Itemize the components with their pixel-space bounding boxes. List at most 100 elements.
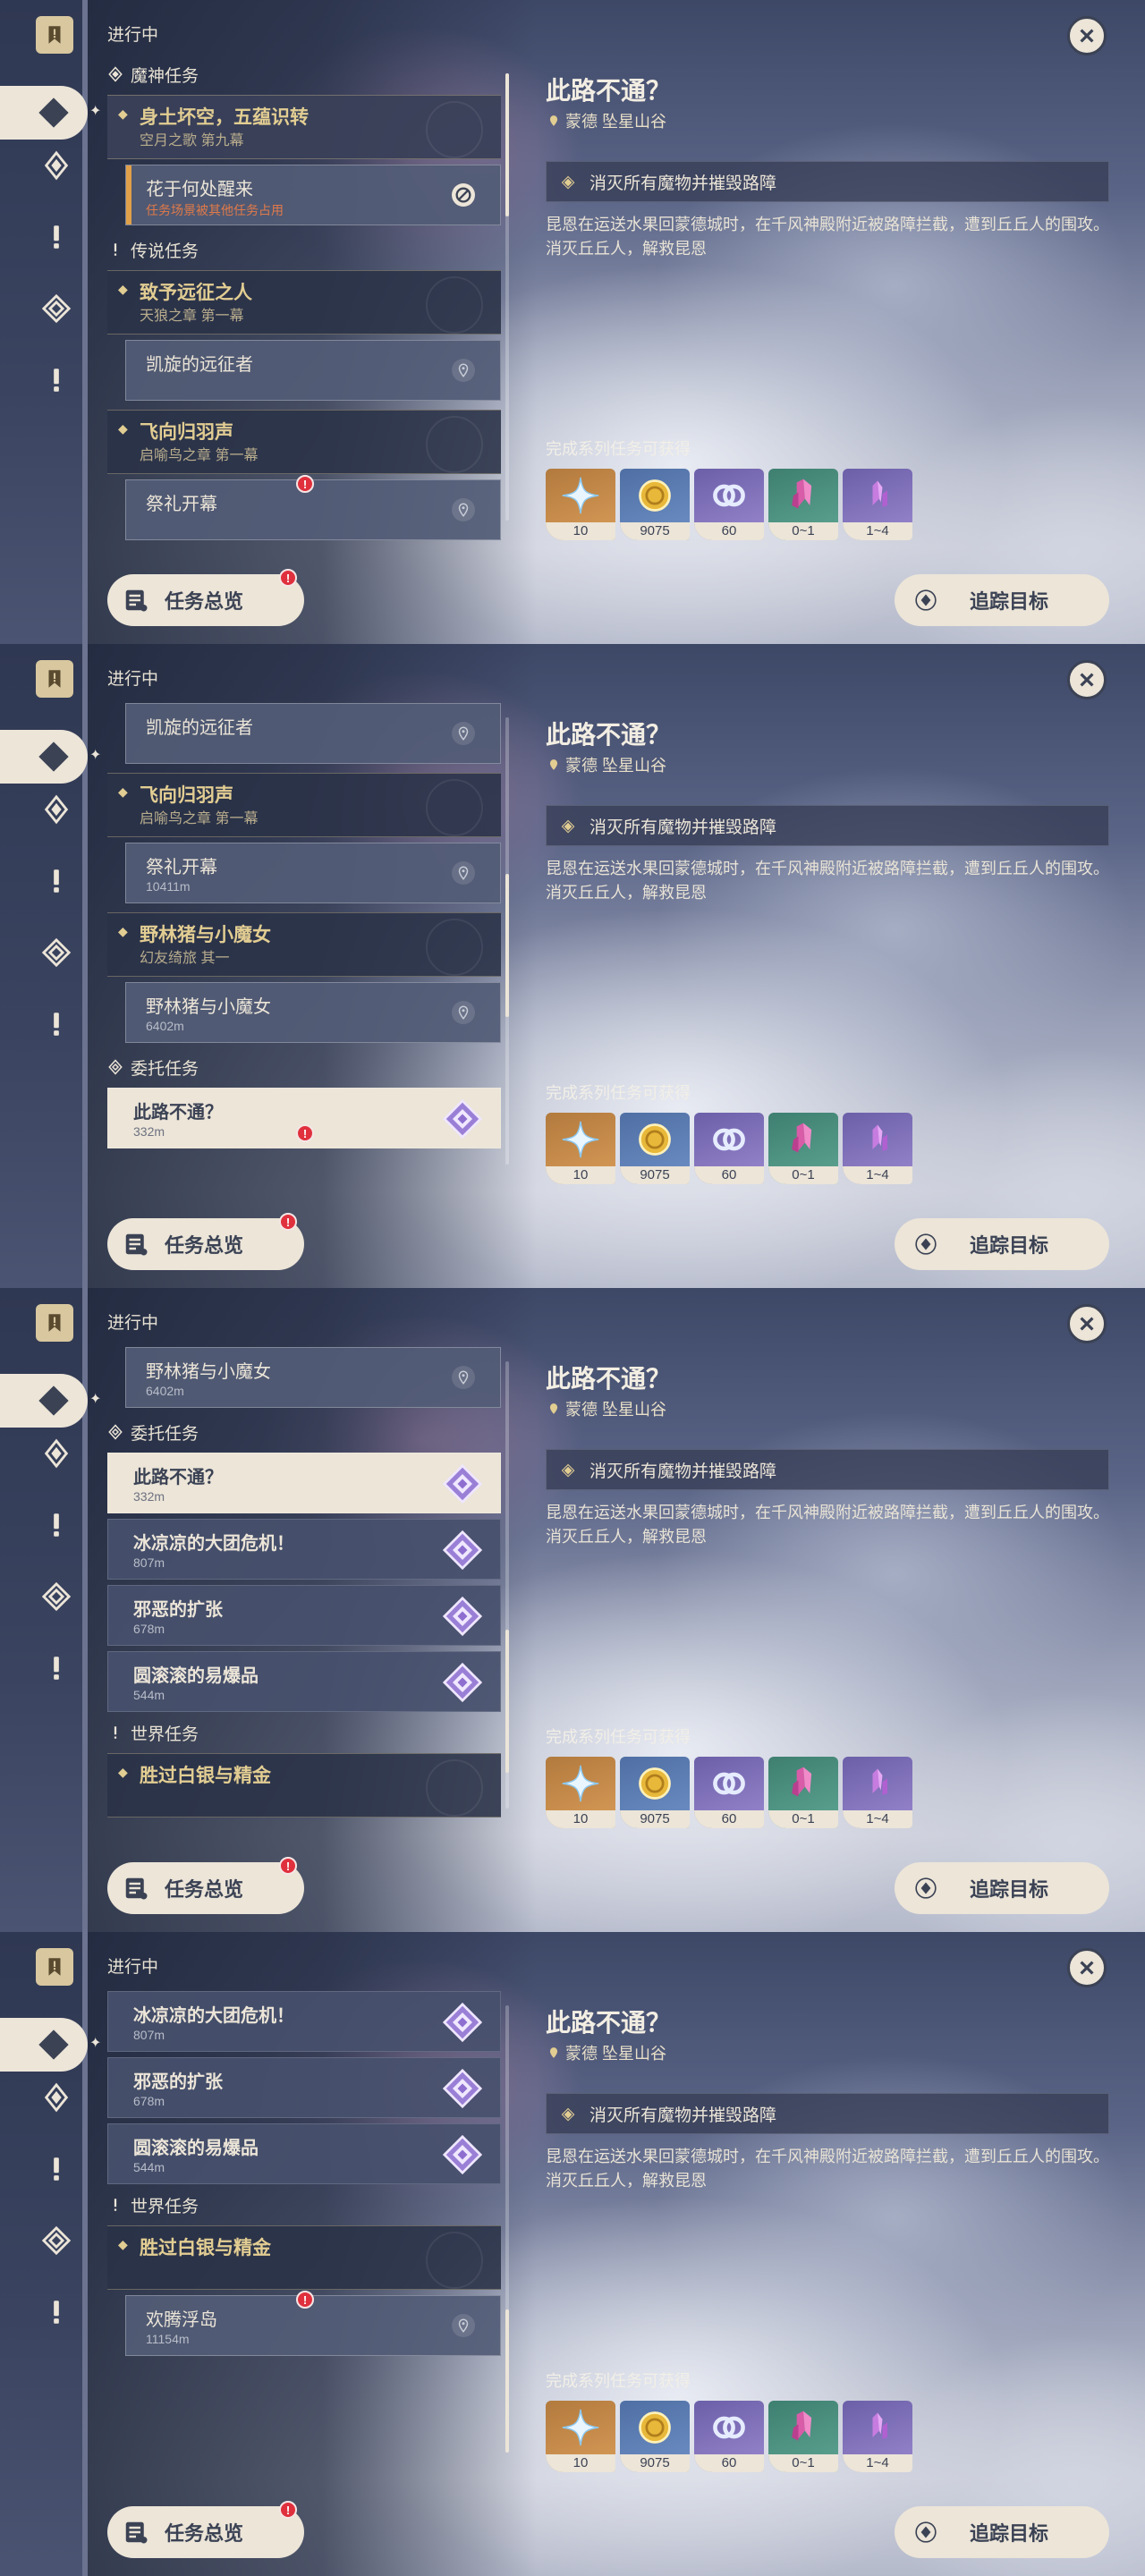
quest-book-button[interactable] xyxy=(36,16,73,54)
reward-item[interactable]: 1~4 xyxy=(843,1113,912,1184)
list-scrollbar[interactable] xyxy=(505,73,509,521)
reward-item[interactable]: 10 xyxy=(546,1757,615,1828)
reward-item[interactable]: 0~1 xyxy=(768,1757,838,1828)
sidebar-tab-in-progress[interactable] xyxy=(0,730,88,784)
sidebar-tab-legend[interactable] xyxy=(36,2148,77,2190)
reward-item[interactable]: 10 xyxy=(546,469,615,540)
sidebar-tab-world[interactable] xyxy=(36,1004,77,1045)
pin-icon[interactable] xyxy=(452,359,475,382)
track-target-button[interactable]: 追踪目标 xyxy=(895,574,1109,626)
reward-item[interactable]: 1~4 xyxy=(843,469,912,540)
reward-item[interactable]: 60 xyxy=(694,469,764,540)
sidebar-tab-legend[interactable] xyxy=(36,1504,77,1546)
reward-item[interactable]: 9075 xyxy=(620,2401,690,2472)
commission-item[interactable]: 此路不通？ 332m! xyxy=(107,1088,501,1148)
reward-item[interactable]: 9075 xyxy=(620,469,690,540)
reward-item[interactable]: 0~1 xyxy=(768,1113,838,1184)
reward-item[interactable]: 60 xyxy=(694,2401,764,2472)
sidebar-tab-archon[interactable] xyxy=(36,789,77,830)
sidebar-tab-world[interactable] xyxy=(36,1648,77,1689)
close-button[interactable] xyxy=(1067,1948,1107,1987)
reward-count: 60 xyxy=(694,522,764,540)
location-label: 蒙德 坠星山谷 xyxy=(565,113,667,131)
sidebar-tab-in-progress[interactable] xyxy=(0,86,88,140)
sidebar-tab-in-progress[interactable] xyxy=(0,2018,88,2072)
quest-chapter[interactable]: ◆ 身土坏空，五蕴识转 空月之歌 第九幕 xyxy=(107,95,501,159)
close-button[interactable] xyxy=(1067,1304,1107,1343)
quest-step[interactable]: 凯旋的远征者 xyxy=(125,703,501,764)
sidebar-tab-commission[interactable] xyxy=(36,932,77,973)
quest-step[interactable]: 野林猪与小魔女 6402m xyxy=(125,982,501,1043)
pin-icon[interactable] xyxy=(452,1366,475,1389)
commission-gem-icon xyxy=(443,2003,482,2042)
reward-item[interactable]: 9075 xyxy=(620,1113,690,1184)
reward-item[interactable]: 0~1 xyxy=(768,2401,838,2472)
pin-icon[interactable] xyxy=(452,1001,475,1024)
quest-overview-button[interactable]: 任务总览! xyxy=(107,2501,304,2558)
reward-item[interactable]: 9075 xyxy=(620,1757,690,1828)
sidebar-tab-commission[interactable] xyxy=(36,288,77,329)
quest-overview-button[interactable]: 任务总览! xyxy=(107,1857,304,1914)
scroll-thumb[interactable] xyxy=(505,2309,509,2453)
close-button[interactable] xyxy=(1067,660,1107,699)
quest-chapter[interactable]: ◆ 致予远征之人 天狼之章 第一幕 xyxy=(107,270,501,335)
sidebar-tab-archon[interactable] xyxy=(36,145,77,186)
track-target-button[interactable]: 追踪目标 xyxy=(895,1862,1109,1914)
reward-item[interactable]: 60 xyxy=(694,1757,764,1828)
reward-item[interactable]: 0~1 xyxy=(768,469,838,540)
list-scrollbar[interactable] xyxy=(505,1361,509,1809)
quest-step[interactable]: 花于何处醒来 任务场景被其他任务占用 xyxy=(125,165,501,225)
reward-item[interactable]: 1~4 xyxy=(843,2401,912,2472)
sidebar-tab-commission[interactable] xyxy=(36,2220,77,2261)
commission-item[interactable]: 邪恶的扩张 678m xyxy=(107,1585,501,1646)
commission-item[interactable]: 邪恶的扩张 678m xyxy=(107,2057,501,2118)
commission-item[interactable]: 冰凉凉的大团危机！ 807m xyxy=(107,1991,501,2052)
sidebar-tab-world[interactable] xyxy=(36,360,77,401)
blocked-icon[interactable] xyxy=(452,183,475,207)
commission-item[interactable]: 圆滚滚的易爆品 544m xyxy=(107,2123,501,2184)
scroll-thumb[interactable] xyxy=(505,874,509,1017)
pin-icon[interactable] xyxy=(452,722,475,745)
pin-icon[interactable] xyxy=(452,2314,475,2337)
scroll-thumb[interactable] xyxy=(505,1630,509,1773)
quest-chapter[interactable]: ◆ 胜过白银与精金 xyxy=(107,2225,501,2290)
quest-chapter[interactable]: ◆ 野林猪与小魔女 幻友绮旅 其一 xyxy=(107,912,501,977)
sidebar-tab-archon[interactable] xyxy=(36,1433,77,1474)
pin-icon[interactable] xyxy=(452,498,475,521)
commission-item[interactable]: 圆滚滚的易爆品 544m xyxy=(107,1651,501,1712)
chapter-diamond-icon: ◆ xyxy=(118,2237,128,2251)
quest-book-button[interactable] xyxy=(36,660,73,698)
list-scrollbar[interactable] xyxy=(505,2005,509,2453)
sidebar-tab-legend[interactable] xyxy=(36,216,77,258)
sidebar-tab-legend[interactable] xyxy=(36,860,77,902)
quest-book-button[interactable] xyxy=(36,1948,73,1986)
quest-step[interactable]: 祭礼开幕 10411m xyxy=(125,843,501,903)
pin-icon[interactable] xyxy=(452,861,475,885)
commission-item[interactable]: 冰凉凉的大团危机！ 807m xyxy=(107,1519,501,1580)
close-button[interactable] xyxy=(1067,16,1107,55)
sidebar-tab-archon[interactable] xyxy=(36,2077,77,2118)
sidebar-tab-world[interactable] xyxy=(36,2292,77,2333)
quest-step[interactable]: 凯旋的远征者 xyxy=(125,340,501,401)
quest-step[interactable]: 祭礼开幕! xyxy=(125,475,501,540)
alert-badge: ! xyxy=(279,1857,297,1875)
quest-chapter[interactable]: ◆ 飞向归羽声 启喻鸟之章 第一幕 xyxy=(107,410,501,474)
reward-item[interactable]: 10 xyxy=(546,1113,615,1184)
list-scrollbar[interactable] xyxy=(505,717,509,1165)
track-target-button[interactable]: 追踪目标 xyxy=(895,2506,1109,2558)
sidebar-tab-commission[interactable] xyxy=(36,1576,77,1617)
quest-chapter[interactable]: ◆ 飞向归羽声 启喻鸟之章 第一幕 xyxy=(107,773,501,837)
quest-step[interactable]: 欢腾浮岛 11154m! xyxy=(125,2291,501,2356)
quest-book-button[interactable] xyxy=(36,1304,73,1342)
scroll-thumb[interactable] xyxy=(505,73,509,216)
commission-item[interactable]: 此路不通？ 332m xyxy=(107,1453,501,1513)
quest-overview-button[interactable]: 任务总览! xyxy=(107,569,304,626)
quest-chapter[interactable]: ◆ 胜过白银与精金 xyxy=(107,1753,501,1818)
quest-step[interactable]: 野林猪与小魔女 6402m xyxy=(125,1347,501,1408)
sidebar-tab-in-progress[interactable] xyxy=(0,1374,88,1428)
reward-item[interactable]: 60 xyxy=(694,1113,764,1184)
track-target-button[interactable]: 追踪目标 xyxy=(895,1218,1109,1270)
reward-item[interactable]: 10 xyxy=(546,2401,615,2472)
reward-item[interactable]: 1~4 xyxy=(843,1757,912,1828)
quest-overview-button[interactable]: 任务总览! xyxy=(107,1213,304,1270)
